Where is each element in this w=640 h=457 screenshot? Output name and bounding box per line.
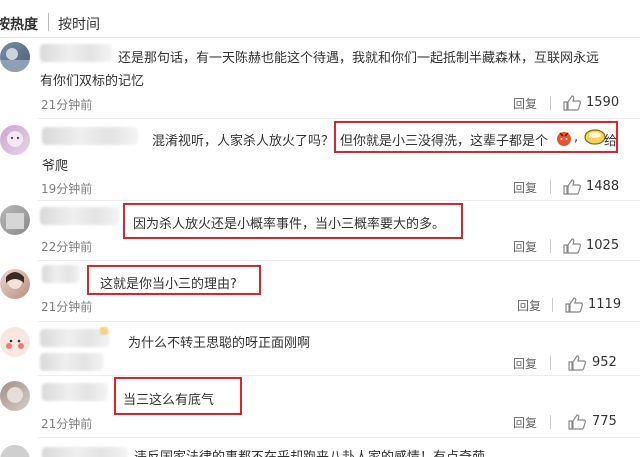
action-separator [550, 415, 551, 429]
avatar[interactable] [0, 327, 30, 357]
username-blurred[interactable] [40, 44, 112, 62]
comment-text: 为什么不转王思聪的呀正面刚啊 [128, 336, 311, 351]
reply-button[interactable]: 回复 [513, 179, 537, 196]
avatar-image [4, 332, 26, 354]
comment-item: 违反国家法律的事都不在乎却跑来八卦人家的感情！有点奇葩 [0, 439, 640, 457]
comment-time: 19分钟前 [41, 182, 93, 196]
thumbs-up-icon[interactable] [565, 297, 583, 313]
avatar[interactable] [0, 42, 30, 72]
comment-item: 还是那句话，有一天陈赫也能这个待遇，我就和你们一起抵制半藏森林，互联网永远 有你… [0, 38, 640, 119]
like-count: 1488 [586, 179, 620, 194]
username-blurred[interactable] [40, 207, 120, 225]
reply-button[interactable]: 回复 [513, 95, 537, 112]
comment-text-continued: 爷爬 [42, 159, 69, 174]
sort-by-hot[interactable]: 按热度 [0, 14, 38, 34]
avatar-image [0, 48, 30, 72]
comment-text: 混淆视听，人家杀人放火了吗？ [152, 134, 335, 149]
username-blurred[interactable] [42, 265, 80, 283]
sort-separator [48, 13, 49, 31]
comment-text-continued: 有你们双标的记忆 [40, 74, 145, 89]
badge-icon [100, 327, 108, 335]
thumbs-up-icon[interactable] [563, 179, 581, 195]
avatar[interactable] [0, 381, 30, 411]
thumbs-up-icon[interactable] [568, 355, 586, 371]
avatar[interactable] [0, 125, 30, 155]
action-separator [552, 298, 553, 312]
sort-by-time[interactable]: 按时间 [58, 14, 100, 34]
reply-button[interactable]: 回复 [513, 238, 537, 255]
comment-item: 当三这么有底气 21分钟前 回复 775 [0, 377, 640, 438]
username-blurred[interactable] [42, 447, 128, 457]
action-separator [550, 180, 551, 194]
comment-divider [38, 321, 640, 322]
thumbs-up-icon[interactable] [563, 95, 581, 111]
highlight-box [334, 121, 618, 153]
username-blurred[interactable] [42, 127, 138, 145]
thumbs-up-icon[interactable] [563, 238, 581, 254]
avatar[interactable] [0, 269, 30, 299]
comment-time: 21分钟前 [41, 300, 93, 314]
comment-text: 还是那句话，有一天陈赫也能这个待遇，我就和你们一起抵制半藏森林，互联网永远 [118, 51, 600, 66]
avatar-image [7, 131, 23, 147]
action-separator [550, 239, 551, 253]
comment-time: 21分钟前 [41, 417, 93, 431]
comment-item: 混淆视听，人家杀人放火了吗？ 但你就是小三没得洗，这辈子都是个 , 给 爷爬 1… [0, 119, 640, 201]
like-count: 1590 [586, 95, 620, 110]
like-count: 775 [592, 414, 617, 429]
action-separator [550, 356, 551, 370]
comment-item: 这就是你当小三的理由? 21分钟前 回复 1119 [0, 261, 640, 322]
comment-time: 22分钟前 [41, 240, 93, 254]
avatar-image [7, 387, 23, 403]
reply-button[interactable]: 回复 [513, 355, 537, 372]
like-count: 1025 [586, 238, 620, 253]
comment-divider [38, 375, 640, 376]
comment-divider [38, 437, 640, 438]
highlight-box [114, 377, 242, 415]
comment-item: 为什么不转王思聪的呀正面刚啊 回复 952 [0, 323, 640, 376]
avatar-image [6, 272, 24, 289]
like-count: 952 [592, 355, 617, 370]
comment-time-blurred [40, 353, 104, 371]
username-blurred[interactable] [42, 383, 108, 401]
comment-time: 21分钟前 [41, 98, 93, 112]
action-separator [550, 96, 551, 110]
like-count: 1119 [588, 297, 622, 312]
highlight-box [123, 203, 463, 239]
avatar-image [6, 213, 24, 229]
highlight-box [87, 265, 261, 295]
reply-button[interactable]: 回复 [517, 297, 541, 314]
reply-button[interactable]: 回复 [513, 414, 537, 431]
sort-bar: 按热度 按时间 [0, 0, 640, 38]
comment-item: 因为杀人放火还是小概率事件，当小三概率要大的多。 22分钟前 回复 1025 [0, 201, 640, 261]
avatar[interactable] [0, 445, 30, 457]
thumbs-up-icon[interactable] [568, 414, 586, 430]
comment-text: 违反国家法律的事都不在乎却跑来八卦人家的感情！有点奇葩 [134, 446, 485, 457]
avatar[interactable] [0, 205, 30, 235]
